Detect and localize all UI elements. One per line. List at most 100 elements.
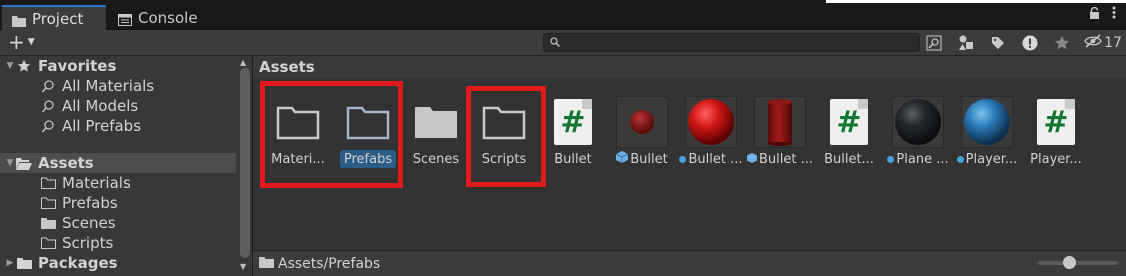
tree-folder-materials[interactable]: Materials bbox=[40, 173, 131, 193]
material-icon bbox=[679, 155, 687, 163]
asset-tile[interactable]: Plane ... bbox=[883, 96, 953, 186]
window-controls bbox=[1089, 6, 1116, 23]
project-toolbar: + ▼ 17 bbox=[0, 30, 1126, 56]
folder-outline-icon bbox=[40, 176, 56, 190]
folder-outline-icon bbox=[40, 236, 56, 250]
asset-tile[interactable]: Player... bbox=[952, 96, 1022, 186]
toolbar-icons: 17 bbox=[918, 32, 1126, 54]
script-thumb: # bbox=[819, 96, 879, 148]
material-icon bbox=[887, 155, 895, 163]
tree-item-label: All Prefabs bbox=[62, 117, 142, 135]
log-filter-icon[interactable] bbox=[1014, 32, 1046, 54]
folder-outline-icon bbox=[40, 196, 56, 210]
asset-tile[interactable]: Bullet bbox=[607, 96, 677, 186]
tree-item-label: Prefabs bbox=[62, 194, 118, 212]
expand-arrow-icon[interactable]: ▼ bbox=[4, 61, 16, 71]
filter-by-label-icon[interactable] bbox=[982, 32, 1014, 54]
chevron-down-icon: ▼ bbox=[27, 37, 35, 47]
material-thumb bbox=[681, 96, 741, 148]
asset-label: Bullet ... bbox=[676, 150, 746, 168]
tree-item-label: All Materials bbox=[62, 77, 155, 95]
tree-scrollbar[interactable]: ▲ ▼ bbox=[238, 56, 252, 276]
folder-icon bbox=[406, 96, 466, 148]
highlight-box-materials-prefabs bbox=[260, 81, 403, 188]
search-icon bbox=[40, 79, 56, 93]
asset-label: Player... bbox=[952, 150, 1022, 168]
tab-bar: Project Console bbox=[0, 0, 1126, 30]
tree-all-prefabs[interactable]: All Prefabs bbox=[40, 116, 141, 136]
expand-arrow-icon[interactable]: ▶ bbox=[4, 258, 16, 268]
tree-packages-label: Packages bbox=[38, 254, 118, 272]
tree-all-materials[interactable]: All Materials bbox=[40, 76, 154, 96]
tab-console-label: Console bbox=[138, 8, 198, 27]
console-icon bbox=[118, 12, 132, 26]
tab-project[interactable]: Project bbox=[2, 5, 106, 30]
mesh-preview bbox=[754, 96, 806, 148]
tree-folder-scripts[interactable]: Scripts bbox=[40, 233, 113, 253]
search-by-hierarchy-icon[interactable] bbox=[918, 32, 950, 54]
create-button[interactable]: + ▼ bbox=[8, 32, 35, 52]
search-box[interactable] bbox=[543, 33, 920, 52]
prefab-thumb bbox=[612, 96, 672, 148]
asset-tile[interactable]: # Bullet... bbox=[814, 96, 884, 186]
asset-tile[interactable]: # Player... bbox=[1021, 96, 1091, 186]
search-input[interactable] bbox=[566, 35, 906, 50]
tree-favorites-label: Favorites bbox=[38, 57, 117, 75]
tree-item-label: Scenes bbox=[62, 214, 116, 232]
window-edge bbox=[826, 0, 1126, 3]
tree-all-models[interactable]: All Models bbox=[40, 96, 138, 116]
tree-assets-label: Assets bbox=[38, 154, 94, 172]
scroll-down-icon[interactable]: ▼ bbox=[240, 262, 246, 271]
tree-item-label: Scripts bbox=[62, 234, 114, 252]
prefab-cube-icon bbox=[616, 151, 629, 167]
csharp-script-icon: # bbox=[554, 99, 592, 145]
breadcrumb: Assets bbox=[253, 56, 1126, 78]
folder-tree: ▼ Favorites All Materials All Models All… bbox=[0, 56, 252, 276]
search-icon bbox=[40, 119, 56, 133]
tree-item-label: All Models bbox=[62, 97, 139, 115]
plus-icon: + bbox=[8, 30, 25, 54]
prefab-preview bbox=[616, 96, 668, 148]
folder-icon bbox=[12, 13, 26, 27]
tab-console[interactable]: Console bbox=[108, 5, 208, 30]
slider-knob[interactable] bbox=[1063, 256, 1076, 269]
tree-folder-prefabs[interactable]: Prefabs bbox=[40, 193, 118, 213]
tree-assets[interactable]: ▼ Assets bbox=[0, 153, 236, 173]
script-thumb: # bbox=[543, 96, 603, 148]
tree-packages[interactable]: ▶ Packages bbox=[4, 253, 118, 273]
asset-label: Plane ... bbox=[883, 150, 953, 168]
eye-slash-icon bbox=[1084, 34, 1102, 52]
asset-tile[interactable]: Scenes bbox=[401, 96, 471, 186]
filter-by-type-icon[interactable] bbox=[950, 32, 982, 54]
asset-tile[interactable]: Bullet ... bbox=[745, 96, 815, 186]
lock-icon[interactable] bbox=[1089, 6, 1100, 23]
star-favorites-icon[interactable] bbox=[1046, 32, 1078, 54]
asset-tile[interactable]: # Bullet bbox=[538, 96, 608, 186]
material-icon bbox=[956, 155, 964, 163]
breadcrumb-assets[interactable]: Assets bbox=[259, 58, 315, 76]
csharp-script-icon: # bbox=[830, 99, 868, 145]
tree-item-label: Materials bbox=[62, 174, 131, 192]
tree-favorites[interactable]: ▼ Favorites bbox=[4, 56, 117, 76]
asset-label: Bullet... bbox=[824, 151, 874, 167]
tree-folder-scenes[interactable]: Scenes bbox=[40, 213, 116, 233]
folder-icon bbox=[259, 256, 274, 272]
more-options-icon[interactable] bbox=[1112, 6, 1116, 23]
hidden-count-label: 17 bbox=[1104, 35, 1122, 51]
material-thumb bbox=[957, 96, 1017, 148]
open-folder-icon bbox=[16, 156, 32, 170]
scroll-up-icon[interactable]: ▲ bbox=[240, 58, 246, 67]
highlight-box-scripts bbox=[466, 86, 546, 187]
hidden-packages-toggle[interactable]: 17 bbox=[1078, 32, 1126, 54]
path-bar: Assets/Prefabs bbox=[253, 250, 1126, 276]
scrollbar-thumb[interactable] bbox=[240, 68, 250, 258]
search-icon bbox=[550, 35, 561, 51]
material-preview bbox=[685, 96, 737, 148]
project-window: Project Console + ▼ 17 ▼ Favorites All M… bbox=[0, 0, 1126, 276]
asset-label: Player... bbox=[1030, 151, 1082, 167]
expand-arrow-icon[interactable]: ▼ bbox=[4, 158, 16, 168]
asset-tile[interactable]: Bullet ... bbox=[676, 96, 746, 186]
thumbnail-size-slider[interactable] bbox=[1038, 256, 1118, 269]
material-preview bbox=[892, 96, 944, 148]
asset-label: Bullet bbox=[554, 151, 592, 167]
